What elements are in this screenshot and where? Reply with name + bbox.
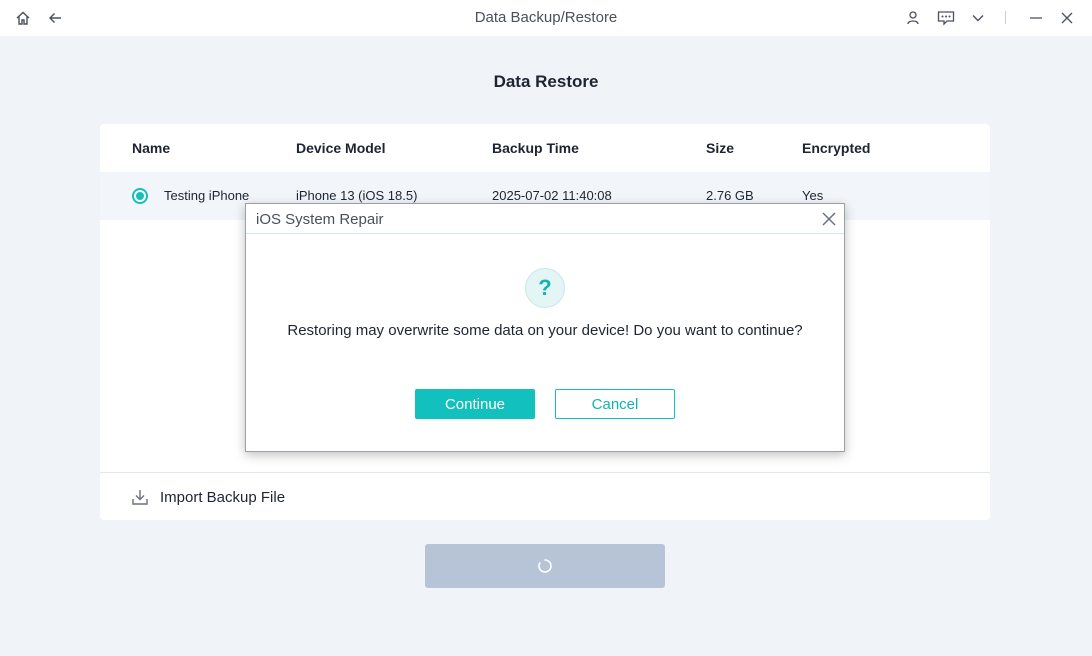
- titlebar-divider: [1005, 11, 1006, 24]
- cell-name: Testing iPhone: [164, 188, 250, 203]
- page-title: Data Restore: [493, 72, 599, 91]
- row-radio-button[interactable]: [132, 188, 148, 204]
- chevron-down-icon[interactable]: [968, 8, 988, 28]
- title-bar: Data Backup/Restore: [0, 0, 1092, 36]
- cell-size: 2.76 GB: [706, 188, 754, 203]
- table-header: Name Device Model Backup Time Size Encry…: [100, 124, 990, 172]
- import-backup-file-button[interactable]: Import Backup File: [100, 472, 990, 520]
- window-title: Data Backup/Restore: [474, 9, 618, 26]
- dialog-close-icon[interactable]: [821, 211, 837, 227]
- feedback-icon[interactable]: [936, 8, 956, 28]
- dialog-header: iOS System Repair: [246, 204, 844, 234]
- import-backup-file-label: Import Backup File: [160, 489, 286, 506]
- minimize-icon[interactable]: [1026, 8, 1046, 28]
- column-header-name: Name: [132, 140, 171, 156]
- cell-backup-time: 2025-07-02 11:40:08: [492, 188, 612, 203]
- cell-device-model: iPhone 13 (iOS 18.5): [296, 188, 418, 203]
- restore-button[interactable]: [425, 544, 665, 588]
- cancel-button[interactable]: Cancel: [555, 389, 675, 419]
- column-header-backup-time: Backup Time: [492, 140, 579, 156]
- column-header-size: Size: [706, 140, 735, 156]
- column-header-encrypted: Encrypted: [802, 140, 871, 156]
- close-icon[interactable]: [1057, 8, 1077, 28]
- dialog-message: Restoring may overwrite some data on you…: [287, 322, 803, 339]
- confirm-dialog: iOS System Repair ? Restoring may overwr…: [245, 203, 845, 452]
- continue-button[interactable]: Continue: [415, 389, 535, 419]
- loading-spinner-icon: [538, 559, 552, 573]
- column-header-device-model: Device Model: [296, 140, 386, 156]
- cell-encrypted: Yes: [802, 188, 824, 203]
- question-icon: ?: [525, 268, 565, 308]
- download-icon: [132, 490, 148, 505]
- user-icon[interactable]: [903, 8, 923, 28]
- dialog-title: iOS System Repair: [256, 211, 384, 228]
